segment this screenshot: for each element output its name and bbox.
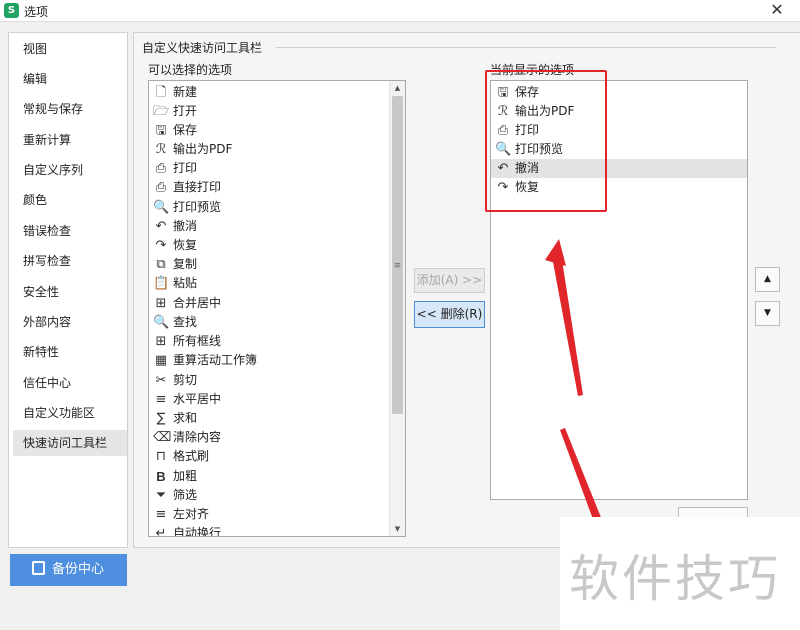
list-item[interactable]: ↷ 恢复 <box>149 236 391 255</box>
window-title: 选项 <box>24 5 49 19</box>
wps-app-icon: S <box>4 3 19 18</box>
sidebar-item-new-features[interactable]: 新特性 <box>13 339 127 365</box>
move-up-button[interactable]: ▲ <box>755 267 780 292</box>
paste-icon: 📋 <box>153 275 170 291</box>
move-down-button[interactable]: ▼ <box>755 301 780 326</box>
undo-icon: ↶ <box>155 218 167 234</box>
backup-center-button[interactable]: 备份中心 <box>10 554 127 586</box>
redo-icon: ↷ <box>155 237 167 253</box>
list-item[interactable]: ↶ 撤消 <box>149 217 391 236</box>
quick-access-settings-panel: 自定义快速访问工具栏 可以选择的选项 🗋 新建 🗁 打开 🖫 保存 ℛ 输出为PDF ⎙… <box>133 32 800 548</box>
list-item[interactable]: ⊞ 所有框线 <box>149 332 391 351</box>
available-commands-label: 可以选择的选项 <box>148 63 233 77</box>
list-item[interactable]: B 加粗 <box>149 467 391 486</box>
open-folder-icon: 🗁 <box>153 103 170 119</box>
sidebar-item-colors[interactable]: 颜色 <box>13 187 127 213</box>
find-icon: 🔍 <box>153 314 170 330</box>
merge-center-icon: ⊞ <box>155 295 167 311</box>
annotation-highlight-box <box>485 70 607 212</box>
sidebar-item-error-check[interactable]: 错误检查 <box>13 218 127 244</box>
sidebar-item-general-save[interactable]: 常规与保存 <box>13 96 127 122</box>
wrap-text-icon: ↵ <box>155 525 167 537</box>
remove-button[interactable]: << 删除(R) <box>414 301 485 328</box>
list-item[interactable]: ∑ 求和 <box>149 409 391 428</box>
title-bar: S 选项 ✕ <box>0 0 800 22</box>
list-item[interactable]: ⎙ 打印 <box>149 159 391 178</box>
list-item[interactable]: ⏷ 筛选 <box>149 486 391 505</box>
list-item[interactable]: ⎙ 直接打印 <box>149 178 391 197</box>
sidebar-item-customize-ribbon[interactable]: 自定义功能区 <box>13 400 127 426</box>
close-button[interactable]: ✕ <box>754 0 800 22</box>
list-item[interactable]: ⧉ 复制 <box>149 255 391 274</box>
watermark-text: 软件技巧 <box>569 550 781 608</box>
scroll-up-arrow-icon[interactable]: ▲ <box>390 81 405 95</box>
align-left-icon: ≡ <box>155 506 167 522</box>
list-item[interactable]: 🔍 打印预览 <box>149 198 391 217</box>
sidebar-item-quick-access-toolbar[interactable]: 快速访问工具栏 <box>13 430 127 456</box>
available-list-scrollbar[interactable]: ▲ ≡ ▼ <box>389 81 405 536</box>
scrollbar-thumb[interactable]: ≡ <box>392 96 403 414</box>
section-title: 自定义快速访问工具栏 <box>142 41 263 55</box>
scroll-down-arrow-icon[interactable]: ▼ <box>390 522 405 536</box>
sidebar-item-edit[interactable]: 编辑 <box>13 66 127 92</box>
list-item[interactable]: ⌫ 清除内容 <box>149 428 391 447</box>
recalc-workbook-icon: ▦ <box>154 352 168 368</box>
list-item[interactable]: 🔍 查找 <box>149 313 391 332</box>
sidebar-item-security[interactable]: 安全性 <box>13 279 127 305</box>
format-painter-icon: ⊓ <box>155 448 167 464</box>
list-item[interactable]: ▦ 重算活动工作簿 <box>149 351 391 370</box>
sidebar-item-custom-lists[interactable]: 自定义序列 <box>13 157 127 183</box>
list-item[interactable]: 🖫 保存 <box>149 121 391 140</box>
copy-icon: ⧉ <box>156 256 166 272</box>
options-sidebar: 视图 编辑 常规与保存 重新计算 自定义序列 颜色 错误检查 拼写检查 安全性 … <box>8 32 128 548</box>
watermark: 软件技巧 <box>560 517 800 630</box>
list-item[interactable]: ≡ 水平居中 <box>149 390 391 409</box>
direct-print-icon: ⎙ <box>155 179 167 195</box>
sidebar-item-trust-center[interactable]: 信任中心 <box>13 370 127 396</box>
backup-center-label: 备份中心 <box>52 562 105 577</box>
print-preview-icon: 🔍 <box>153 199 170 215</box>
section-divider <box>276 47 776 48</box>
cut-icon: ✂ <box>155 372 167 388</box>
sidebar-item-spell-check[interactable]: 拼写检查 <box>13 248 127 274</box>
grip-icon: ≡ <box>393 261 402 271</box>
list-item[interactable]: 🗁 打开 <box>149 102 391 121</box>
all-borders-icon: ⊞ <box>155 333 167 349</box>
list-item[interactable]: ≡ 左对齐 <box>149 505 391 524</box>
backup-icon <box>32 561 45 575</box>
list-item[interactable]: ⊞ 合并居中 <box>149 294 391 313</box>
align-center-icon: ≡ <box>155 391 167 407</box>
clear-content-icon: ⌫ <box>153 429 172 445</box>
sidebar-item-external-content[interactable]: 外部内容 <box>13 309 127 335</box>
new-file-icon: 🗋 <box>155 84 167 100</box>
available-commands-list[interactable]: 🗋 新建 🗁 打开 🖫 保存 ℛ 输出为PDF ⎙ 打印 ⎙ 直接打印 🔍 打印预览 ↶ 撤消 … <box>148 80 406 537</box>
list-item[interactable]: ✂ 剪切 <box>149 371 391 390</box>
save-icon: 🖫 <box>155 122 167 138</box>
add-button[interactable]: 添加(A) >> <box>414 268 485 293</box>
list-item[interactable]: ℛ 输出为PDF <box>149 140 391 159</box>
sidebar-item-recalculate[interactable]: 重新计算 <box>13 127 127 153</box>
list-item[interactable]: ⊓ 格式刷 <box>149 447 391 466</box>
bold-icon: B <box>156 468 166 484</box>
list-item[interactable]: 📋 粘贴 <box>149 274 391 293</box>
list-item[interactable]: 🗋 新建 <box>149 83 391 102</box>
sum-icon: ∑ <box>156 410 166 426</box>
sidebar-item-view[interactable]: 视图 <box>13 36 127 62</box>
print-icon: ⎙ <box>155 160 167 176</box>
export-pdf-icon: ℛ <box>155 141 167 157</box>
filter-icon: ⏷ <box>155 487 167 503</box>
list-item[interactable]: ↵ 自动换行 <box>149 524 391 537</box>
